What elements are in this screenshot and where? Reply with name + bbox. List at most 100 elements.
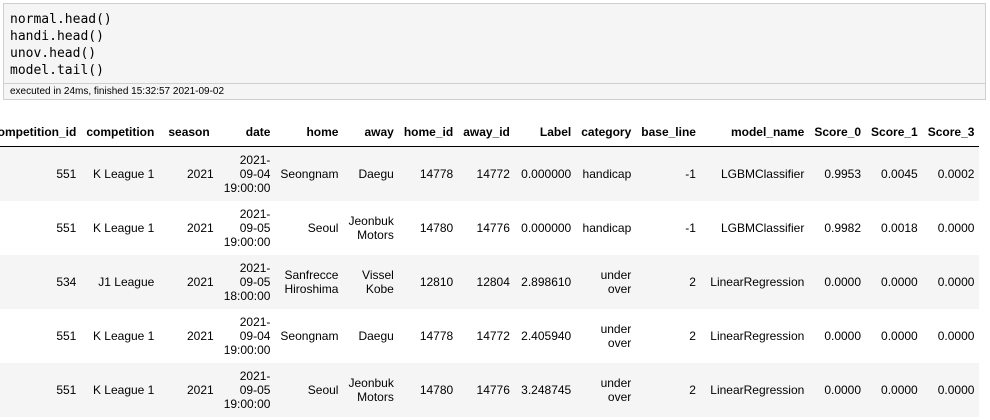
column-header: competition_id bbox=[0, 118, 82, 147]
score-0-cell: 0.0000 bbox=[824, 329, 862, 343]
base-line-cell: -1 bbox=[685, 221, 696, 235]
score-1-cell: 0.0000 bbox=[881, 329, 918, 343]
away-id-cell: 14772 bbox=[476, 329, 510, 343]
home-cell: Seongnam bbox=[275, 146, 344, 201]
table-row: 551 K League 1 2021 2021-09-04 19:00:00 Seon… bbox=[0, 309, 979, 363]
score-1-cell: 0.0045 bbox=[866, 146, 923, 201]
competition-id-cell: 551 bbox=[0, 363, 82, 417]
column-header: Score_0 bbox=[809, 118, 867, 147]
home-id-cell: 14778 bbox=[398, 146, 459, 201]
competition-id-cell: 551 bbox=[0, 146, 82, 201]
table-row: 551 K League 1 2021 2021-09-04 19:00:00 Seon… bbox=[0, 146, 980, 201]
column-header: away bbox=[343, 118, 399, 147]
home-cell: Seoul bbox=[275, 363, 344, 417]
score-0-cell: 0.0000 bbox=[809, 255, 867, 309]
home-id-cell: 14780 bbox=[398, 363, 459, 417]
column-header: date bbox=[218, 118, 276, 147]
column-header: Score_3 bbox=[922, 118, 980, 147]
home-id-cell: 14778 bbox=[419, 329, 454, 343]
away-cell: Jeonbuk Motors bbox=[348, 214, 394, 242]
column-header: away_id bbox=[458, 118, 515, 147]
season-cell: 2021 bbox=[159, 146, 219, 201]
score-0-cell: 0.9982 bbox=[824, 221, 862, 235]
competition-id-cell: 551 bbox=[56, 329, 77, 343]
column-header: competition bbox=[81, 118, 160, 147]
label-cell: 2.405940 bbox=[521, 329, 572, 343]
competition-cell: K League 1 bbox=[92, 221, 155, 235]
cell-output: competition_id competition season date h… bbox=[0, 118, 990, 420]
category-cell: handicap bbox=[582, 221, 632, 235]
column-header: model_name bbox=[700, 118, 810, 147]
model-name-cell: LGBMClassifier bbox=[720, 221, 805, 235]
score-0-cell: 0.0000 bbox=[809, 363, 867, 417]
execution-status: executed in 24ms, finished 15:32:57 2021… bbox=[3, 83, 986, 100]
label-cell: 2.898610 bbox=[514, 255, 577, 309]
column-header: home bbox=[275, 118, 344, 147]
code-cell-input[interactable]: normal.head() handi.head() unov.head() m… bbox=[3, 3, 986, 83]
column-header: home_id bbox=[398, 118, 459, 147]
category-cell: handicap bbox=[576, 146, 637, 201]
header-row: competition_id competition season date h… bbox=[0, 118, 980, 147]
column-header: Label bbox=[514, 118, 577, 147]
model-name-cell: LinearRegression bbox=[710, 329, 805, 343]
column-header: Score_1 bbox=[866, 118, 923, 147]
column-header: category bbox=[576, 118, 637, 147]
away-id-cell: 12804 bbox=[458, 255, 515, 309]
season-cell: 2021 bbox=[187, 329, 214, 343]
date-cell: 2021-09-05 19:00:00 bbox=[223, 207, 271, 249]
dataframe-table: competition_id competition season date h… bbox=[0, 118, 980, 417]
score-3-cell: 0.0002 bbox=[922, 146, 980, 201]
base-line-cell: 2 bbox=[636, 363, 701, 417]
table-row: 551 K League 1 2021 2021-09-05 19:00:00 Seou… bbox=[0, 201, 979, 255]
away-id-cell: 14776 bbox=[458, 363, 515, 417]
competition-cell: K League 1 bbox=[92, 329, 155, 343]
season-cell: 2021 bbox=[159, 363, 219, 417]
away-cell: Jeonbuk Motors bbox=[343, 363, 399, 417]
category-cell: under over bbox=[576, 363, 637, 417]
away-id-cell: 14772 bbox=[458, 146, 515, 201]
code-line: handi.head() bbox=[10, 29, 104, 44]
away-cell: Daegu bbox=[358, 329, 394, 343]
label-cell: 0.000000 bbox=[514, 146, 577, 201]
score-1-cell: 0.0000 bbox=[866, 255, 923, 309]
score-3-cell: 0.0000 bbox=[937, 329, 975, 343]
code-editor[interactable]: normal.head() handi.head() unov.head() m… bbox=[10, 11, 112, 79]
table-row: 534 J1 League 2021 2021-09-05 18:00:00 Sanfr… bbox=[0, 255, 980, 309]
category-cell: under over bbox=[600, 322, 632, 350]
home-cell: Seongnam bbox=[280, 329, 339, 343]
score-3-cell: 0.0000 bbox=[937, 221, 975, 235]
date-cell: 2021-09-05 18:00:00 bbox=[218, 255, 276, 309]
away-id-cell: 14776 bbox=[476, 221, 510, 235]
base-line-cell: 2 bbox=[636, 255, 701, 309]
model-name-cell: LinearRegression bbox=[700, 363, 810, 417]
code-line: model.tail() bbox=[10, 63, 104, 78]
competition-cell: J1 League bbox=[81, 255, 160, 309]
model-name-cell: LGBMClassifier bbox=[700, 146, 810, 201]
code-line: normal.head() bbox=[10, 12, 112, 27]
score-3-cell: 0.0000 bbox=[922, 255, 980, 309]
competition-id-cell: 551 bbox=[56, 221, 77, 235]
model-name-cell: LinearRegression bbox=[700, 255, 810, 309]
home-id-cell: 12810 bbox=[398, 255, 459, 309]
season-cell: 2021 bbox=[159, 255, 219, 309]
column-header: season bbox=[159, 118, 219, 147]
date-cell: 2021-09-04 19:00:00 bbox=[218, 146, 276, 201]
base-line-cell: 2 bbox=[689, 329, 696, 343]
season-cell: 2021 bbox=[187, 221, 214, 235]
date-cell: 2021-09-04 19:00:00 bbox=[223, 315, 271, 357]
base-line-cell: -1 bbox=[636, 146, 701, 201]
score-3-cell: 0.0000 bbox=[922, 363, 980, 417]
code-line: unov.head() bbox=[10, 46, 97, 61]
away-cell: Vissel Kobe bbox=[343, 255, 399, 309]
competition-cell: K League 1 bbox=[81, 363, 160, 417]
home-cell: Sanfrecce Hiroshima bbox=[275, 255, 344, 309]
category-cell: under over bbox=[576, 255, 637, 309]
label-cell: 3.248745 bbox=[514, 363, 577, 417]
score-0-cell: 0.9953 bbox=[809, 146, 867, 201]
date-cell: 2021-09-05 19:00:00 bbox=[218, 363, 276, 417]
table-row: 551 K League 1 2021 2021-09-05 19:00:00 Seou… bbox=[0, 363, 980, 417]
label-cell: 0.000000 bbox=[521, 221, 572, 235]
score-1-cell: 0.0000 bbox=[866, 363, 923, 417]
competition-cell: K League 1 bbox=[81, 146, 160, 201]
competition-id-cell: 534 bbox=[0, 255, 82, 309]
